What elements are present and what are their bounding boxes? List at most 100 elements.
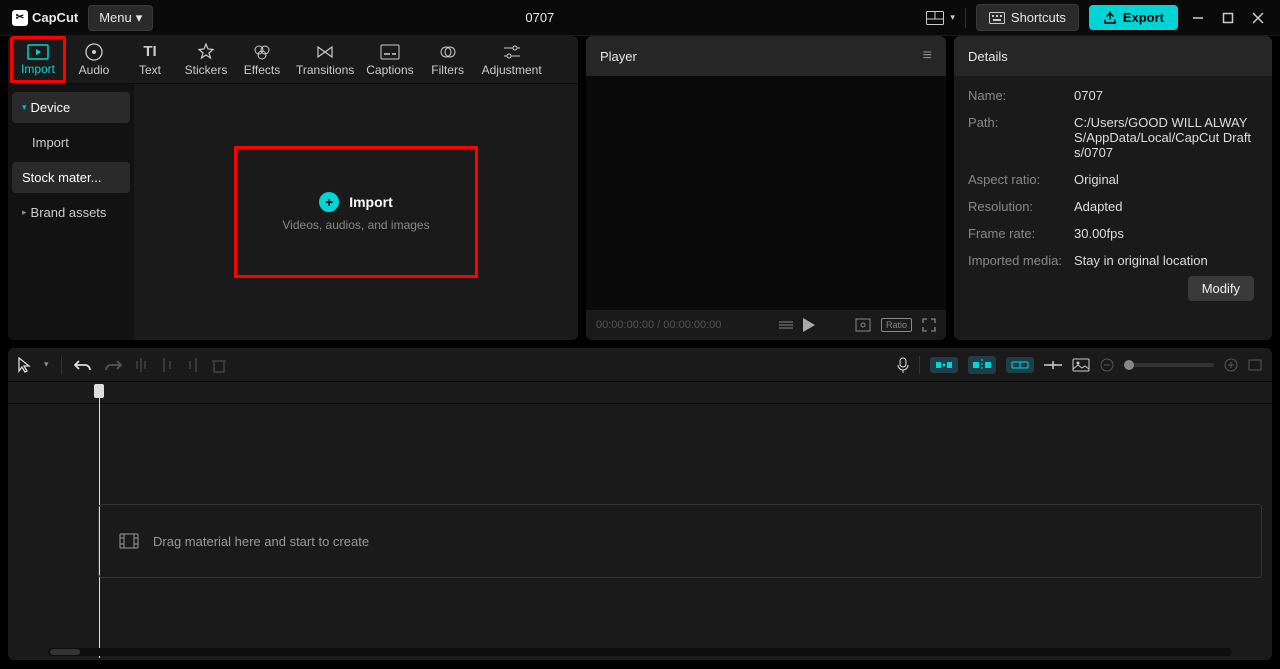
shortcuts-button[interactable]: Shortcuts <box>976 4 1079 31</box>
import-label: Import <box>349 194 393 210</box>
tab-effects[interactable]: Effects <box>234 36 290 83</box>
preview-axis-button[interactable] <box>1044 359 1062 371</box>
layout-icon <box>926 11 944 25</box>
detail-label: Imported media: <box>968 253 1064 268</box>
tab-audio[interactable]: Audio <box>66 36 122 83</box>
close-icon <box>1252 12 1264 24</box>
sidebar-item-label: Brand assets <box>31 205 107 220</box>
split-button[interactable] <box>134 357 148 373</box>
chevron-down-icon[interactable]: ▾ <box>44 359 49 370</box>
shortcuts-label: Shortcuts <box>1011 10 1066 25</box>
detail-value: Stay in original location <box>1074 253 1208 268</box>
fullscreen-icon[interactable] <box>922 318 936 332</box>
tab-transitions[interactable]: Transitions <box>290 36 360 83</box>
timeline-tools-left: ▾ <box>18 356 226 374</box>
tab-stickers[interactable]: Stickers <box>178 36 234 83</box>
delete-right-button[interactable] <box>186 357 200 373</box>
player-viewport <box>586 76 946 310</box>
zoom-fit-button[interactable] <box>1248 359 1262 371</box>
captions-icon <box>380 43 400 61</box>
tab-import[interactable]: Import <box>10 36 66 83</box>
detail-label: Path: <box>968 115 1064 160</box>
media-content: + Import Videos, audios, and images <box>134 84 578 340</box>
timeline-ruler[interactable] <box>8 382 1272 404</box>
media-panel: Import Audio TI Text Stickers Effects Tr… <box>8 36 578 340</box>
sidebar-item-device[interactable]: ▾ Device <box>12 92 130 123</box>
delete-button[interactable] <box>212 357 226 373</box>
details-header: Details <box>954 36 1272 76</box>
timeline-scrollbar[interactable] <box>48 648 1232 656</box>
sidebar-item-label: Import <box>32 135 69 150</box>
undo-button[interactable] <box>74 358 92 372</box>
sidebar-item-label: Stock mater... <box>22 170 101 185</box>
layout-button[interactable]: ▾ <box>926 11 955 25</box>
detail-value: Adapted <box>1074 199 1122 214</box>
import-drop-zone[interactable]: + Import Videos, audios, and images <box>234 146 478 278</box>
caret-right-icon: ▸ <box>22 207 27 218</box>
category-tabs: Import Audio TI Text Stickers Effects Tr… <box>8 36 578 84</box>
top-actions: ▾ Shortcuts Export <box>926 4 1268 31</box>
sidebar-item-label: Device <box>31 100 71 115</box>
ratio-button[interactable]: Ratio <box>881 318 912 332</box>
timeline-drop-zone[interactable]: Drag material here and start to create <box>98 504 1262 578</box>
auto-snap-button[interactable] <box>968 356 996 374</box>
frame-focus-icon[interactable] <box>855 318 871 332</box>
app-name: CapCut <box>32 10 78 25</box>
timeline-tracks[interactable]: Drag material here and start to create <box>8 404 1272 648</box>
detail-label: Aspect ratio: <box>968 172 1064 187</box>
project-title: 0707 <box>525 10 554 25</box>
main-track-magnet-button[interactable] <box>930 357 958 373</box>
delete-left-button[interactable] <box>160 357 174 373</box>
capcut-logo-icon: ✂ <box>12 10 28 26</box>
tab-label: Filters <box>431 63 464 77</box>
adjustment-icon <box>503 43 521 61</box>
maximize-icon <box>1222 12 1234 24</box>
caret-down-icon: ▾ <box>22 102 27 113</box>
detail-label: Frame rate: <box>968 226 1064 241</box>
tab-label: Adjustment <box>482 63 542 77</box>
tab-captions[interactable]: Captions <box>360 36 419 83</box>
sidebar-item-stock-material[interactable]: Stock mater... <box>12 162 130 193</box>
timeline-tools-right <box>897 356 1262 374</box>
main-area: Import Audio TI Text Stickers Effects Tr… <box>0 36 1280 340</box>
tab-filters[interactable]: Filters <box>420 36 476 83</box>
media-sidebar: ▾ Device Import Stock mater... ▸ Brand ass… <box>8 84 134 340</box>
tab-label: Captions <box>366 63 413 77</box>
divider <box>965 8 966 28</box>
zoom-slider[interactable] <box>1124 363 1214 367</box>
sidebar-item-import[interactable]: Import <box>12 127 130 158</box>
player-menu-icon[interactable]: ≡ <box>923 47 932 65</box>
minimize-button[interactable] <box>1188 8 1208 28</box>
sidebar-item-brand-assets[interactable]: ▸ Brand assets <box>12 197 130 228</box>
detail-row-resolution: Resolution:Adapted <box>968 199 1258 214</box>
export-button[interactable]: Export <box>1089 5 1178 30</box>
text-icon: TI <box>143 43 156 61</box>
tab-adjustment[interactable]: Adjustment <box>476 36 548 83</box>
detail-value: 30.00fps <box>1074 226 1124 241</box>
modify-button[interactable]: Modify <box>1188 276 1254 301</box>
detail-row-aspect: Aspect ratio:Original <box>968 172 1258 187</box>
detail-row-imported: Imported media: Stay in original location <box>968 253 1258 268</box>
compare-icon[interactable] <box>779 319 793 331</box>
chevron-down-icon: ▾ <box>950 12 955 23</box>
maximize-button[interactable] <box>1218 8 1238 28</box>
menu-button[interactable]: Menu ▾ <box>88 5 153 31</box>
play-button[interactable] <box>803 318 815 332</box>
divider <box>919 356 920 374</box>
tab-text[interactable]: TI Text <box>122 36 178 83</box>
detail-row-name: Name:0707 <box>968 88 1258 103</box>
export-icon <box>1103 11 1117 25</box>
mic-button[interactable] <box>897 357 909 373</box>
selection-tool[interactable] <box>18 357 32 373</box>
title-area: 0707 <box>163 10 916 25</box>
zoom-in-button[interactable] <box>1224 358 1238 372</box>
close-button[interactable] <box>1248 8 1268 28</box>
transitions-icon <box>316 43 334 61</box>
redo-button[interactable] <box>104 358 122 372</box>
zoom-thumb[interactable] <box>1124 360 1134 370</box>
linkage-button[interactable] <box>1006 357 1034 373</box>
cover-button[interactable] <box>1072 358 1090 372</box>
zoom-out-button[interactable] <box>1100 358 1114 372</box>
playhead[interactable] <box>94 384 104 398</box>
chevron-down-icon: ▾ <box>136 10 143 26</box>
